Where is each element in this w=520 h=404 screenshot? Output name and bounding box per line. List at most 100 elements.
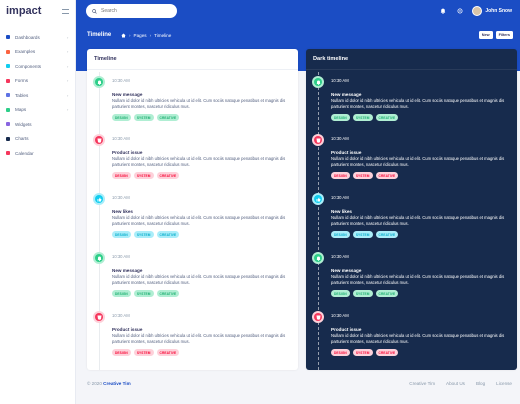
timeline-body: Nullam id dolor id nibh ultricies vehicu… [112,333,286,345]
footer-link-creative-tim[interactable]: Creative Tim [409,381,435,386]
forms-icon [6,78,10,83]
chevron-right-icon: › [67,92,69,98]
tables-icon [6,93,10,98]
thumbs-up-icon [312,193,324,205]
footer-link-license[interactable]: License [496,381,512,386]
settings-icon[interactable] [455,6,465,16]
timeline-time: 10:30 AM [112,313,130,318]
timeline-body: Nullam id dolor id nibh ultricies vehicu… [331,98,505,110]
dashboards-icon [6,35,10,40]
status-badge: DESIGN [331,290,350,297]
timeline-entry: 10:30 AM New likes Nullam id dolor id nibh… [87,193,298,251]
status-badge: CREATIVE [156,231,180,238]
timeline-body: Nullam id dolor id nibh ultricies vehicu… [112,215,286,227]
timeline-title: New likes [331,209,352,214]
status-badge: SYSTEM [133,114,154,121]
card-title: Dark timeline [313,56,349,62]
bell-icon [93,252,105,264]
sidenav-toggle-icon[interactable] [62,9,69,14]
status-badge: SYSTEM [352,349,373,356]
status-badge: SYSTEM [133,290,154,297]
sidebar-item-dashboards[interactable]: Dashboards › [0,30,76,45]
chevron-right-icon: › [67,49,69,55]
badge-group: DESIGN SYSTEM CREATIVE [112,172,182,179]
home-icon[interactable] [121,33,126,38]
status-badge: DESIGN [331,231,350,238]
search-icon [92,8,97,14]
timeline-body: Nullam id dolor id nibh ultricies vehicu… [331,156,505,168]
thumbs-up-icon [93,193,105,205]
app-root: impact Dashboards › Examples › Components › Fo… [0,0,520,404]
filters-button[interactable]: Filters [495,31,513,39]
user-name[interactable]: John Snow [485,8,512,14]
card-title: Timeline [94,56,117,62]
timeline-time: 10:30 AM [331,195,349,200]
status-badge: DESIGN [331,172,350,179]
chevron-right-icon: › [67,63,69,69]
logo[interactable]: impact [6,5,41,17]
footer-brand-link[interactable]: Creative Tim [103,381,131,386]
sidebar-item-forms[interactable]: Forms › [0,74,76,89]
footer-link-about-us[interactable]: About Us [446,381,465,386]
status-badge: DESIGN [112,349,131,356]
timeline-card: Timeline 10:30 AM New message Nullam id do… [87,49,298,370]
sidebar-item-label: Tables [15,92,29,98]
sidebar-item-components[interactable]: Components › [0,59,76,74]
bell-icon[interactable] [438,6,448,16]
sidebar-item-charts[interactable]: Charts [0,132,76,147]
timeline-time: 10:30 AM [112,195,130,200]
avatar[interactable] [472,6,483,16]
breadcrumb-separator: › [129,33,131,38]
timeline-time: 10:30 AM [112,136,130,141]
sidebar-item-widgets[interactable]: Widgets [0,117,76,132]
timeline-entry: 10:30 AM New message Nullam id dolor id ni… [306,76,517,134]
timeline-body: Nullam id dolor id nibh ultricies vehicu… [331,333,505,345]
calendar-icon [6,151,10,156]
status-badge: SYSTEM [133,231,154,238]
timeline-time: 10:30 AM [331,254,349,259]
html5-icon [312,311,324,323]
breadcrumb-separator: › [149,33,152,38]
status-badge: CREATIVE [375,114,399,121]
page-title: Timeline [87,32,112,38]
sidebar-item-label: Widgets [15,121,32,127]
status-badge: CREATIVE [375,349,399,356]
search-input[interactable] [101,8,171,14]
status-badge: SYSTEM [133,349,154,356]
timeline-time: 10:30 AM [112,254,130,259]
footer-copyright: © 2020 Creative Tim [87,381,131,386]
timeline-body: Nullam id dolor id nibh ultricies vehicu… [331,215,505,227]
breadcrumb-item-pages[interactable]: Pages [134,33,147,38]
timeline-entry: 10:30 AM New message Nullam id dolor id ni… [87,76,298,134]
charts-icon [6,136,10,141]
sidebar-item-label: Calendar [15,150,34,156]
new-button[interactable]: New [478,31,493,39]
card-divider [87,69,298,70]
status-badge: SYSTEM [352,172,373,179]
timeline-title: Product issue [331,150,362,155]
status-badge: CREATIVE [375,290,399,297]
search-box[interactable] [86,4,177,18]
badge-group: DESIGN SYSTEM CREATIVE [331,114,401,121]
status-badge: SYSTEM [352,114,373,121]
breadcrumb-item-timeline: Timeline [154,33,172,38]
footer-link-blog[interactable]: Blog [476,381,485,386]
sidebar-item-calendar[interactable]: Calendar [0,146,76,161]
chevron-right-icon: › [67,34,69,40]
timeline-title: New likes [112,209,133,214]
top-icons: John Snow [438,4,512,18]
timeline-title: Product issue [112,150,143,155]
timeline-time: 10:30 AM [331,78,349,83]
bell-icon [93,76,105,88]
status-badge: DESIGN [112,172,131,179]
status-badge: CREATIVE [156,172,180,179]
timeline-entry: 10:30 AM New likes Nullam id dolor id nibh… [306,193,517,251]
sidebar-item-examples[interactable]: Examples › [0,45,76,60]
sidebar-item-maps[interactable]: Maps › [0,103,76,118]
sidebar-item-label: Dashboards [15,34,40,40]
timeline-body: Nullam id dolor id nibh ultricies vehicu… [112,274,286,286]
dark-timeline-card: Dark timeline 10:30 AM New message Nullam … [306,49,517,370]
sidebar-item-tables[interactable]: Tables › [0,88,76,103]
breadcrumb: › Pages › Timeline [121,33,171,38]
components-icon [6,64,10,69]
